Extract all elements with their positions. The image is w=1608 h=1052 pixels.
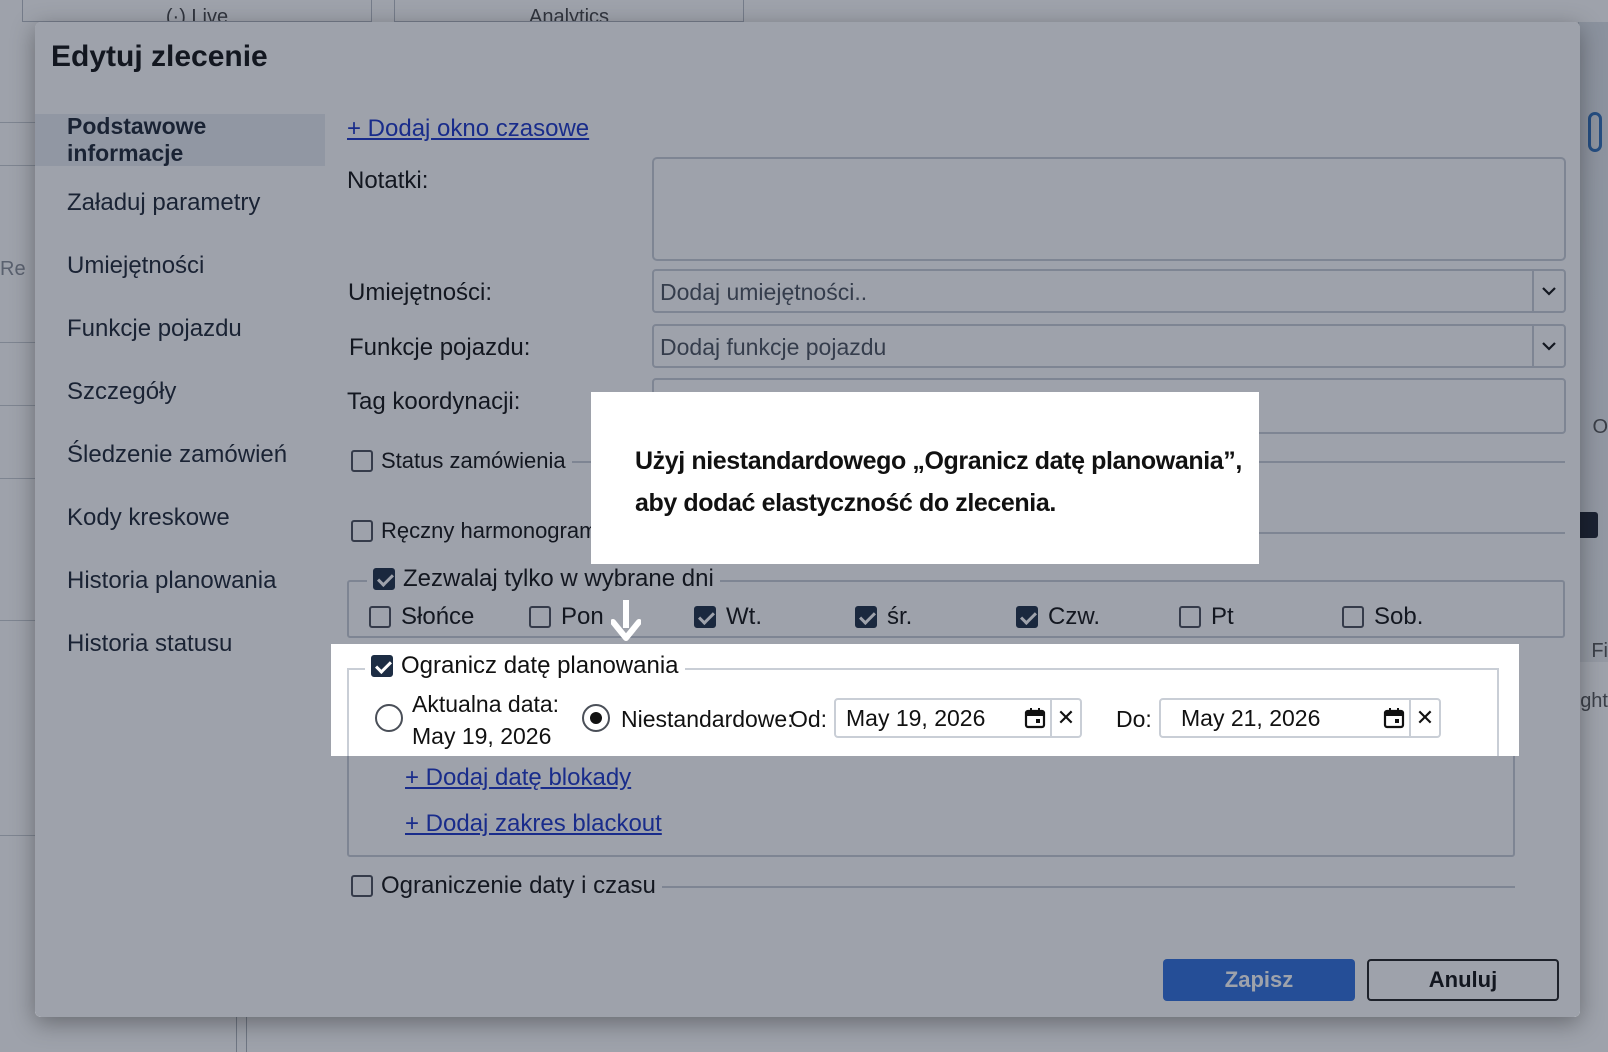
order-status-checkbox[interactable]: [351, 450, 373, 472]
allowed-days-label: Zezwalaj tylko w wybrane dni: [403, 565, 714, 592]
day-monday-checkbox[interactable]: [529, 606, 551, 628]
tooltip-line-1: Użyj niestandardowego „Ogranicz datę pla…: [635, 447, 1242, 475]
current-date-radio[interactable]: [375, 704, 403, 732]
to-label: Do:: [1116, 706, 1152, 732]
coordination-tag-label: Tag koordynacji:: [347, 388, 521, 415]
current-date-value: May 19, 2026: [412, 723, 552, 749]
nav-item-status-history[interactable]: Historia statusu: [35, 618, 325, 670]
add-time-window-link[interactable]: + Dodaj okno czasowe: [347, 115, 589, 143]
fieldset-left-border: [347, 668, 349, 756]
fieldset-right-border: [1497, 668, 1499, 756]
chevron-down-icon[interactable]: [1532, 271, 1564, 311]
nav-item-vehicle-features[interactable]: Funkcje pojazdu: [35, 303, 325, 355]
day-thursday-label: Czw.: [1048, 603, 1101, 630]
day-tuesday-checkbox[interactable]: [694, 606, 716, 628]
nav-item-details[interactable]: Szczegóły: [35, 366, 325, 418]
day-wednesday[interactable]: śr.: [855, 603, 912, 631]
allowed-days-checkbox[interactable]: [373, 568, 395, 590]
clear-icon[interactable]: ✕: [1409, 700, 1439, 736]
order-status-section: Status zamówienia: [345, 448, 572, 474]
save-button[interactable]: Zapisz: [1163, 959, 1355, 1001]
nav-item-planning-history[interactable]: Historia planowania: [35, 555, 325, 607]
calendar-icon[interactable]: [1379, 707, 1409, 729]
date-time-limit-checkbox[interactable]: [351, 875, 373, 897]
to-date-input[interactable]: May 21, 2026 ✕: [1159, 698, 1441, 738]
vehicle-features-select[interactable]: Dodaj funkcje pojazdu: [652, 324, 1566, 368]
date-time-limit-label: Ograniczenie daty i czasu: [381, 872, 656, 899]
day-saturday-checkbox[interactable]: [1342, 606, 1364, 628]
to-date-value: May 21, 2026: [1181, 704, 1321, 731]
chevron-down-icon[interactable]: [1532, 326, 1564, 366]
day-monday-label: Pon: [561, 603, 604, 630]
day-friday-checkbox[interactable]: [1179, 606, 1201, 628]
limit-date-checkbox[interactable]: [371, 655, 393, 677]
day-thursday-checkbox[interactable]: [1016, 606, 1038, 628]
day-wednesday-label: śr.: [887, 603, 913, 630]
limit-date-label: Ogranicz datę planowania: [401, 652, 679, 679]
custom-label: Niestandardowe:: [621, 706, 794, 732]
notes-textarea[interactable]: [652, 157, 1566, 261]
cancel-button[interactable]: Anuluj: [1367, 959, 1559, 1001]
manual-schedule-label: Ręczny harmonogram: [381, 518, 598, 543]
modal-footer: Zapisz Anuluj: [35, 945, 1580, 1017]
current-date-label: Aktualna data:: [412, 691, 560, 717]
day-sunday[interactable]: Słońce: [369, 603, 474, 631]
order-status-label: Status zamówienia: [381, 448, 566, 473]
manual-schedule-checkbox[interactable]: [351, 520, 373, 542]
nav-item-basic-info[interactable]: Podstawowe informacje: [35, 113, 325, 166]
clear-icon[interactable]: ✕: [1050, 700, 1080, 736]
edit-order-modal: Edytuj zlecenie Podstawowe informacje Za…: [35, 22, 1580, 1017]
from-label: Od:: [790, 706, 828, 732]
skills-placeholder: Dodaj umiejętności..: [660, 279, 868, 305]
skills-select[interactable]: Dodaj umiejętności..: [652, 269, 1566, 313]
day-thursday[interactable]: Czw.: [1016, 603, 1100, 631]
tutorial-tooltip: Użyj niestandardowego „Ogranicz datę pla…: [591, 392, 1259, 564]
current-date-radio-button[interactable]: [375, 704, 403, 732]
vehicle-features-placeholder: Dodaj funkcje pojazdu: [660, 334, 887, 360]
day-sunday-label: Słońce: [401, 603, 475, 630]
day-tuesday-label: Wt.: [726, 603, 762, 630]
tooltip-line-2: aby dodać elastyczność do zlecenia.: [635, 489, 1056, 517]
add-block-date-link[interactable]: + Dodaj datę blokady: [405, 764, 631, 792]
allowed-days-legend: Zezwalaj tylko w wybrane dni: [367, 565, 720, 593]
custom-radio-button[interactable]: [582, 704, 610, 732]
day-saturday[interactable]: Sob.: [1342, 603, 1423, 631]
custom-radio[interactable]: [582, 704, 610, 732]
from-date-input[interactable]: May 19, 2026 ✕: [834, 698, 1082, 738]
modal-title: Edytuj zlecenie: [51, 40, 268, 73]
calendar-icon[interactable]: [1020, 707, 1050, 729]
day-tuesday[interactable]: Wt.: [694, 603, 762, 631]
from-date-value: May 19, 2026: [846, 704, 986, 731]
skills-label: Umiejętności:: [348, 279, 493, 306]
add-blackout-range-link[interactable]: + Dodaj zakres blackout: [405, 810, 662, 838]
nav-item-skills[interactable]: Umiejętności: [35, 240, 325, 292]
day-monday[interactable]: Pon: [529, 603, 604, 631]
day-friday[interactable]: Pt: [1179, 603, 1234, 631]
nav-item-barcodes[interactable]: Kody kreskowe: [35, 492, 325, 544]
day-sunday-checkbox[interactable]: [369, 606, 391, 628]
date-time-limit-section: Ograniczenie daty i czasu: [345, 872, 662, 900]
nav-item-load-params[interactable]: Załaduj parametry: [35, 177, 325, 229]
current-date-text: Aktualna data: May 19, 2026: [412, 688, 559, 752]
side-nav: Podstawowe informacje Załaduj parametry …: [35, 113, 325, 681]
nav-item-order-tracking[interactable]: Śledzenie zamówień: [35, 429, 325, 481]
manual-schedule-section: Ręczny harmonogram: [345, 518, 604, 544]
day-saturday-label: Sob.: [1374, 603, 1424, 630]
notes-label: Notatki:: [347, 167, 429, 194]
day-wednesday-checkbox[interactable]: [855, 606, 877, 628]
arrow-down-icon: [610, 600, 642, 647]
day-friday-label: Pt: [1211, 603, 1234, 630]
vehicle-features-label: Funkcje pojazdu:: [349, 334, 531, 361]
limit-date-legend: Ogranicz datę planowania: [365, 652, 685, 680]
